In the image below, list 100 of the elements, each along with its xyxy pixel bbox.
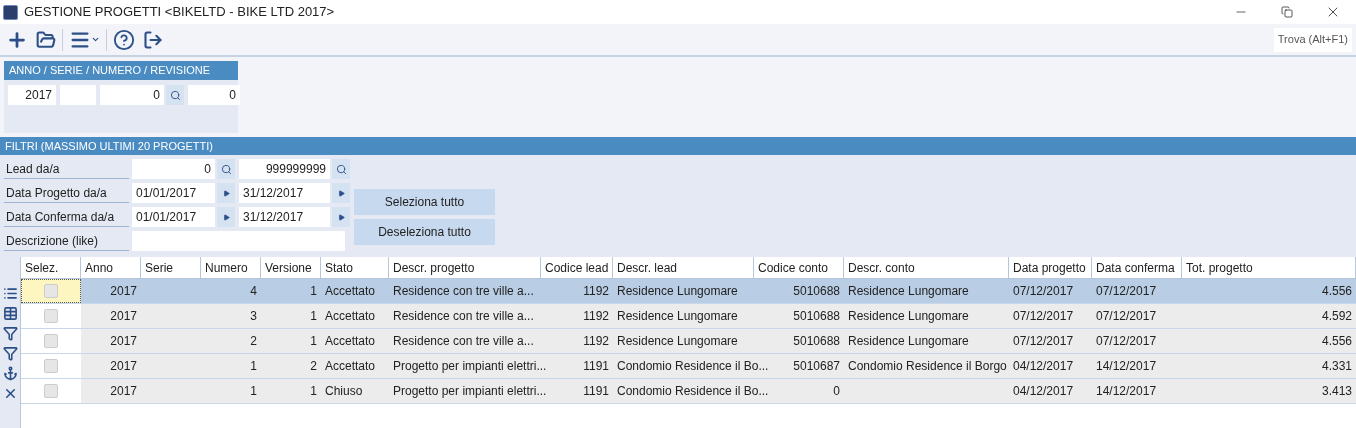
table-cell-text: Condomio Residence il Bo... bbox=[617, 383, 769, 400]
table-cell-text: Residence con tre ville a... bbox=[393, 308, 534, 325]
column-header[interactable]: Selez. bbox=[21, 257, 81, 278]
filter-icon[interactable] bbox=[2, 346, 18, 361]
table-cell-text: 07/12/2017 bbox=[1096, 333, 1157, 350]
column-header[interactable]: Codice lead bbox=[541, 257, 613, 278]
table-cell-text: 2017 bbox=[110, 283, 137, 300]
table-cell-text: 4.556 bbox=[1321, 333, 1352, 350]
filter-label: Descrizione (like) bbox=[4, 231, 129, 251]
table-row[interactable]: 2017 4 1 Accettato Residence con tre ville a... 1192 Residence Lungomare 5010688 Residence Lungomare 07/12/2017 07/12/2017 4.556 bbox=[21, 279, 1356, 304]
table-cell-text: 04/12/2017 bbox=[1013, 383, 1074, 400]
table-cell-text: 3 bbox=[250, 308, 257, 325]
filters-header: FILTRI (MASSIMO ULTIMI 20 PROGETTI) bbox=[0, 137, 1356, 155]
caret-icon bbox=[91, 35, 100, 44]
table-cell-text: 1 bbox=[250, 383, 257, 400]
table-cell-text: 5010688 bbox=[793, 283, 840, 300]
search-icon bbox=[335, 163, 347, 175]
triangle-icon bbox=[337, 213, 345, 221]
search-icon bbox=[220, 163, 232, 175]
filter-label: Lead da/a bbox=[4, 159, 129, 179]
input-field[interactable]: 0 bbox=[100, 85, 164, 105]
table-cell-text: 4.556 bbox=[1321, 283, 1352, 300]
date-picker-button[interactable] bbox=[332, 207, 350, 227]
checkbox[interactable] bbox=[44, 334, 58, 348]
search-button[interactable] bbox=[217, 159, 235, 179]
table-cell-text: 1192 bbox=[583, 283, 609, 300]
table-cell-text: 07/12/2017 bbox=[1013, 283, 1074, 300]
table-cell-text: 2017 bbox=[110, 308, 137, 325]
table-cell-text: 2 bbox=[310, 358, 317, 375]
column-header[interactable]: Serie bbox=[141, 257, 201, 278]
column-header[interactable]: Data progetto bbox=[1009, 257, 1092, 278]
select-button[interactable]: Deseleziona tutto bbox=[354, 219, 495, 245]
input-field[interactable]: 2017 bbox=[8, 85, 56, 105]
checkbox[interactable] bbox=[44, 384, 58, 398]
filter-label: Data Conferma da/a bbox=[4, 207, 129, 227]
table-cell-text: 5010688 bbox=[793, 333, 840, 350]
table-cell-text: Accettato bbox=[325, 308, 376, 325]
column-header[interactable]: Codice conto bbox=[754, 257, 844, 278]
anchor-icon[interactable] bbox=[2, 366, 18, 381]
input-field[interactable] bbox=[132, 231, 345, 251]
table-cell-text: Residence Lungomare bbox=[617, 333, 738, 350]
column-header[interactable]: Anno bbox=[81, 257, 141, 278]
table-cell-text: Residence Lungomare bbox=[848, 283, 969, 300]
table-cell-text: Accettato bbox=[325, 283, 376, 300]
table-row[interactable]: 2017 3 1 Accettato Residence con tre ville a... 1192 Residence Lungomare 5010688 Residence Lungomare 07/12/2017 07/12/2017 4.592 bbox=[21, 304, 1356, 329]
table-cell-text: 0 bbox=[833, 383, 840, 400]
date-picker-button[interactable] bbox=[217, 183, 235, 203]
table-cell-text: 2017 bbox=[110, 383, 137, 400]
checkbox[interactable] bbox=[44, 284, 58, 298]
table-cell-text: 1 bbox=[310, 333, 317, 350]
table-cell-text: 4 bbox=[250, 283, 257, 300]
column-header[interactable]: Data conferma bbox=[1092, 257, 1182, 278]
column-header[interactable]: Descr. conto bbox=[844, 257, 1009, 278]
checkbox[interactable] bbox=[44, 359, 58, 373]
table-cell-text: Residence con tre ville a... bbox=[393, 283, 534, 300]
table-cell-text: 1191 bbox=[583, 383, 609, 400]
input-field[interactable]: 0 bbox=[132, 159, 215, 179]
input-field[interactable]: 0 bbox=[188, 85, 240, 105]
table-cell-text: 2 bbox=[250, 333, 257, 350]
app-logo-icon bbox=[3, 4, 18, 20]
table-cell-text: 4.592 bbox=[1321, 308, 1352, 325]
column-header[interactable]: Numero bbox=[201, 257, 261, 278]
table-cell-text: 2017 bbox=[110, 333, 137, 350]
table-cell-text: 07/12/2017 bbox=[1096, 308, 1157, 325]
table-row[interactable]: 2017 1 1 Chiuso Progetto per impianti elettri... 1191 Condomio Residence il Bo... 0 04/12/2017 14/12/2017 3.413 bbox=[21, 379, 1356, 404]
input-field[interactable]: 01/01/2017 bbox=[132, 207, 215, 227]
panel-header: ANNO / SERIE / NUMERO / REVISIONE bbox=[4, 61, 238, 80]
column-header[interactable]: Tot. progetto bbox=[1182, 257, 1356, 278]
table-row[interactable]: 2017 2 1 Accettato Residence con tre ville a... 1192 Residence Lungomare 5010688 Residence Lungomare 07/12/2017 07/12/2017 4.556 bbox=[21, 329, 1356, 354]
table-cell-text: 2017 bbox=[110, 358, 137, 375]
table-cell-text: Residence con tre ville a... bbox=[393, 333, 534, 350]
triangle-icon bbox=[222, 213, 230, 221]
filter-icon[interactable] bbox=[2, 326, 18, 341]
table-cell-text: 3.413 bbox=[1321, 383, 1352, 400]
input-field[interactable]: 31/12/2017 bbox=[239, 207, 330, 227]
input-field[interactable]: 31/12/2017 bbox=[239, 183, 330, 203]
table-cell-text: 1191 bbox=[583, 358, 609, 375]
table-cell-text: 1 bbox=[310, 308, 317, 325]
list-icon[interactable] bbox=[2, 286, 18, 301]
input-field[interactable] bbox=[60, 85, 96, 105]
checkbox[interactable] bbox=[44, 309, 58, 323]
column-header[interactable]: Versione bbox=[261, 257, 321, 278]
column-header[interactable]: Descr. lead bbox=[613, 257, 754, 278]
table-cell-text: 1192 bbox=[583, 308, 609, 325]
column-header[interactable]: Descr. progetto bbox=[389, 257, 541, 278]
date-picker-button[interactable] bbox=[332, 183, 350, 203]
input-field[interactable]: 01/01/2017 bbox=[132, 183, 215, 203]
table-cell-text: 1 bbox=[250, 358, 257, 375]
select-button[interactable]: Seleziona tutto bbox=[354, 189, 495, 215]
input-field[interactable]: 999999999 bbox=[239, 159, 330, 179]
column-header[interactable]: Stato bbox=[321, 257, 389, 278]
table-cell-text: 1 bbox=[310, 383, 317, 400]
search-button[interactable] bbox=[166, 85, 184, 105]
table-row[interactable]: 2017 1 2 Accettato Progetto per impianti elettri... 1191 Condomio Residence il Bo... 5010687 Condomio Residence il Borgo 04/12/2017 14/12/2017 4.331 bbox=[21, 354, 1356, 379]
find-button[interactable]: Trova (Alt+F1) bbox=[1273, 27, 1352, 52]
search-button[interactable] bbox=[332, 159, 350, 179]
table-icon[interactable] bbox=[2, 306, 18, 321]
date-picker-button[interactable] bbox=[217, 207, 235, 227]
table-cell-text: 1192 bbox=[583, 333, 609, 350]
table-cell-text: 07/12/2017 bbox=[1013, 308, 1074, 325]
